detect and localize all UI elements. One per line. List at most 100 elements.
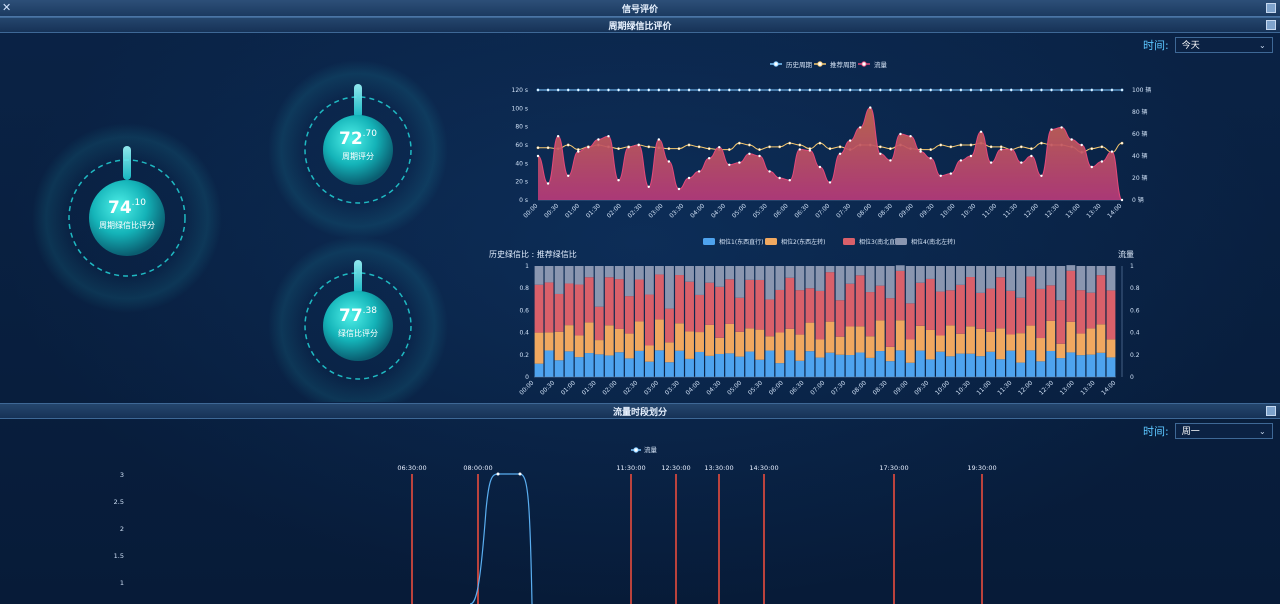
stacked-bar-segment [675,323,684,351]
series-point [868,88,872,92]
x-tick: 10:30 [955,379,972,396]
flow-point [1080,143,1083,147]
series-point [1019,145,1023,149]
legend-marker [633,447,639,453]
stacked-bar-segment [675,275,684,324]
stacked-bar-segment [785,266,795,278]
flow-point [637,143,640,147]
period-marker-label: 11:30:00 [616,464,645,472]
stacked-bar-segment [1026,276,1036,326]
series-point [798,143,802,147]
series-point [1070,88,1074,92]
flow-point [738,161,741,164]
stacked-bar-segment [705,324,715,356]
series-point [758,88,761,92]
stacked-bar-segment [996,266,1006,278]
y-left-tick: 20 s [515,179,528,186]
x-tick: 10:00 [939,202,956,219]
stacked-bar-segment [805,288,815,323]
stacked-bar-segment [815,357,825,377]
time-select[interactable]: 今天 ⌄ [1174,37,1273,53]
stacked-bar-segment [534,332,544,364]
y-right-tick: 0.8 [1130,285,1140,292]
panel-toggle-icon[interactable] [1266,20,1276,30]
stacked-bar-segment [1056,358,1066,377]
stacked-bar-segment [875,285,885,321]
y-left-tick: 60 s [515,142,528,149]
series-point [707,88,711,92]
flow-point [1040,174,1043,177]
stacked-bar-segment [695,266,704,295]
stacked-bar-segment [845,266,855,284]
x-tick: 09:30 [913,379,930,396]
x-tick: 09:00 [898,202,915,219]
series-point [546,88,550,92]
stacked-bar-segment [935,335,945,352]
series-point [607,88,610,92]
flow-point [838,152,842,155]
restore-icon[interactable] [1266,3,1276,13]
panel-toggle-icon[interactable] [1266,406,1276,416]
stacked-bar-segment [966,266,975,278]
flow-panel-title: 流量时段划分 [612,408,667,418]
series-point [899,88,902,92]
cycle-flow-chart: 历史周期 推荐周期 流量 0 s 20 s 40 s 60 s 80 s 100 s 120 s 0… [512,60,1152,220]
stacked-bar-segment [655,350,664,377]
series-point [909,88,913,92]
x-tick: 06:00 [768,379,785,396]
flow-point [556,135,560,138]
series-point [1039,88,1043,92]
stacked-bar-segment [695,351,704,377]
stacked-bar-segment [755,279,765,330]
series-point [1100,145,1104,149]
series-point [959,143,963,147]
legend-label: 相位4(南北左转) [911,238,956,246]
stacked-bar-segment [705,282,715,325]
stacked-bar-segment [785,350,795,377]
flow-point [879,152,882,155]
flow-point [607,135,610,138]
day-select[interactable]: 周一 ⌄ [1174,423,1273,439]
stacked-bar-segment [1066,352,1076,377]
overall-score-label: 周期绿信比评分 [99,221,155,230]
series-point [747,143,751,147]
flow-point [899,132,902,136]
series-point [798,88,802,92]
x-tick: 08:00 [856,202,873,219]
series-point [888,147,892,151]
stacked-bar-segment [1106,266,1116,291]
stacked-bar-segment [815,339,825,358]
legend-label: 历史周期 [786,60,813,69]
stacked-bar-segment [996,359,1006,377]
stacked-bar-segment [715,353,725,377]
series-point [838,145,842,149]
stacked-bar-segment [1096,275,1106,325]
stacked-bar-segment [976,328,985,357]
flow-point [1070,138,1073,141]
series-point [939,143,943,147]
stacked-bar-segment [966,326,975,354]
overall-score-gauge [32,123,222,313]
flow-panel-header: 流量时段划分 [0,403,1280,419]
stacked-bar-segment [594,340,604,355]
y-left-tick: 1 [525,263,529,270]
stacked-bar-segment [935,291,945,336]
stacked-bar-segment [665,342,674,363]
x-tick: 06:30 [788,379,805,396]
stacked-bar-segment [1096,324,1106,353]
flow-point [597,138,600,141]
series-point [949,88,953,92]
stacked-bar-segment [835,354,845,377]
flow-period-chart: 流量 3 2.5 2 1.5 1 06:30:00 08:00:00 11:30:00 12:30… [114,445,997,604]
green-ratio-chart: 相位1(东西直行) 相位2(东西左转) 相位3(南北直行) 相位4(南北左转)历史绿信… [489,238,1140,397]
x-tick: 07:00 [809,379,826,396]
series-point [818,88,822,92]
stacked-bar-segment [634,321,644,351]
stacked-bar-segment [1086,354,1096,377]
stacked-bar-segment [705,266,715,283]
stacked-bar-segment [634,279,644,322]
y-tick: 1.5 [114,552,124,560]
stacked-bar-segment [1046,266,1056,286]
series-point [1090,88,1094,92]
series-point [667,147,671,151]
